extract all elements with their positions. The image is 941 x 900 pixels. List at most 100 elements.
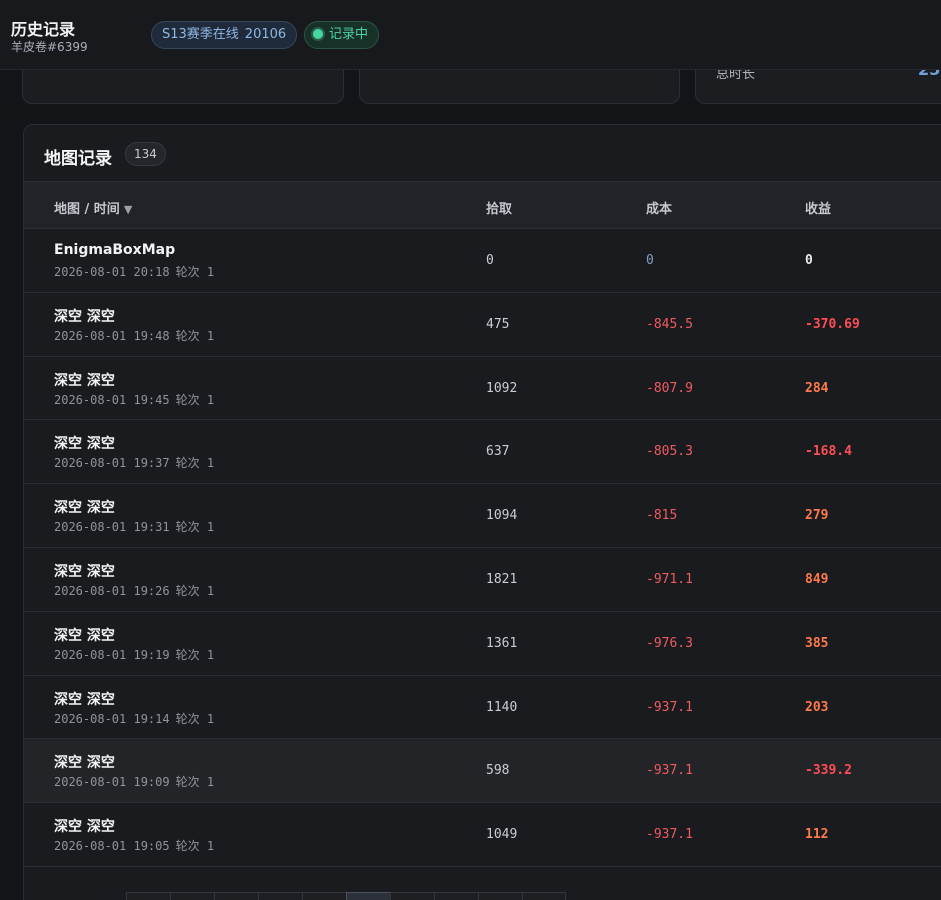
panel-title: 地图记录 bbox=[44, 149, 112, 169]
page-button[interactable] bbox=[302, 892, 346, 900]
map-name: 深空 深空 bbox=[54, 563, 115, 580]
table-row[interactable]: 深空 深空 2026-08-01 19:37 轮次 1 637 -805.3 -1… bbox=[24, 420, 941, 485]
table-row[interactable]: 深空 深空 2026-08-01 19:45 轮次 1 1092 -807.9 2… bbox=[24, 357, 941, 421]
map-timestamp: 2026-08-01 19:37 轮次 1 bbox=[54, 456, 215, 471]
profit-value: 385 bbox=[805, 635, 829, 651]
round-label: 轮次 1 bbox=[175, 392, 215, 407]
table-header: 地图 / 时间 ▼ 拾取 成本 收益 bbox=[24, 181, 941, 229]
column-header-pickup[interactable]: 拾取 bbox=[486, 198, 512, 217]
map-timestamp: 2026-08-01 19:26 轮次 1 bbox=[54, 583, 215, 598]
cost-value: -805.3 bbox=[646, 444, 693, 460]
table-row[interactable]: 深空 深空 2026-08-01 19:05 轮次 1 1049 -937.1 1… bbox=[24, 803, 941, 867]
season-online-badge[interactable]: S13赛季在线 20106 bbox=[151, 21, 298, 49]
top-header: 历史记录 羊皮卷#6399 S13赛季在线 20106 记录中 bbox=[0, 0, 941, 70]
page-button[interactable] bbox=[170, 892, 214, 900]
profit-value: 284 bbox=[805, 380, 829, 396]
map-timestamp: 2026-08-01 20:18 轮次 1 bbox=[54, 265, 215, 279]
profit-value: 279 bbox=[805, 508, 829, 524]
pickup-value: 1361 bbox=[486, 635, 518, 651]
map-name: 深空 深空 bbox=[54, 500, 115, 517]
page-title: 历史记录 bbox=[11, 20, 76, 39]
map-name: 深空 深空 bbox=[54, 436, 115, 453]
pickup-value: 1049 bbox=[486, 827, 518, 843]
status-dot-icon bbox=[313, 29, 323, 39]
pickup-value: 1092 bbox=[486, 380, 518, 396]
profit-value: -339.2 bbox=[805, 763, 852, 779]
column-header-map-time[interactable]: 地图 / 时间 ▼ bbox=[54, 198, 132, 217]
map-records-panel: 地图记录 134 地图 / 时间 ▼ 拾取 成本 收益 EnigmaBoxMap … bbox=[23, 124, 941, 900]
round-label: 轮次 1 bbox=[175, 839, 215, 854]
column-header-cost[interactable]: 成本 bbox=[646, 198, 672, 217]
round-label: 轮次 1 bbox=[175, 647, 215, 662]
pickup-value: 475 bbox=[486, 316, 510, 332]
left-rail bbox=[0, 70, 24, 900]
round-label: 轮次 1 bbox=[175, 775, 215, 790]
pagination bbox=[126, 892, 566, 900]
cost-value: -976.3 bbox=[646, 635, 693, 651]
table-row[interactable]: EnigmaBoxMap 2026-08-01 20:18 轮次 1 0 0 0 bbox=[24, 229, 941, 293]
profit-value: 112 bbox=[805, 827, 829, 843]
map-name: 深空 深空 bbox=[54, 308, 115, 325]
cost-value: -845.5 bbox=[646, 316, 693, 332]
profit-value: 0 bbox=[805, 253, 813, 268]
map-timestamp: 2026-08-01 19:09 轮次 1 bbox=[54, 775, 215, 790]
pickup-value: 1140 bbox=[486, 699, 518, 715]
recording-status-badge[interactable]: 记录中 bbox=[304, 21, 380, 49]
profit-value: -370.69 bbox=[805, 316, 860, 332]
cost-value: -937.1 bbox=[646, 763, 693, 779]
page-button[interactable] bbox=[390, 892, 434, 900]
page-button[interactable] bbox=[434, 892, 478, 900]
cost-value: -937.1 bbox=[646, 699, 693, 715]
map-name: 深空 深空 bbox=[54, 691, 115, 708]
cost-value: 0 bbox=[646, 253, 654, 268]
page-button[interactable] bbox=[522, 892, 566, 900]
page-button[interactable] bbox=[258, 892, 302, 900]
map-name: EnigmaBoxMap bbox=[54, 242, 176, 258]
season-label: S13赛季在线 bbox=[162, 27, 239, 42]
map-timestamp: 2026-08-01 19:48 轮次 1 bbox=[54, 328, 215, 343]
panel-header: 地图记录 134 bbox=[24, 125, 941, 181]
map-timestamp: 2026-08-01 19:14 轮次 1 bbox=[54, 711, 215, 726]
page-button-active[interactable] bbox=[346, 892, 390, 900]
round-label: 轮次 1 bbox=[175, 520, 215, 535]
cost-value: -807.9 bbox=[646, 380, 693, 396]
map-timestamp: 2026-08-01 19:19 轮次 1 bbox=[54, 647, 215, 662]
pickup-value: 1821 bbox=[486, 571, 518, 587]
table-row[interactable]: 深空 深空 2026-08-01 19:48 轮次 1 475 -845.5 -3… bbox=[24, 293, 941, 357]
pickup-value: 637 bbox=[486, 444, 510, 460]
map-name: 深空 深空 bbox=[54, 627, 115, 644]
page-button[interactable] bbox=[214, 892, 258, 900]
round-label: 轮次 1 bbox=[175, 711, 215, 726]
pickup-value: 598 bbox=[486, 763, 510, 779]
map-name: 深空 深空 bbox=[54, 819, 115, 836]
sort-desc-icon: ▼ bbox=[123, 203, 133, 216]
round-label: 轮次 1 bbox=[175, 265, 215, 279]
column-header-profit[interactable]: 收益 bbox=[805, 198, 831, 217]
table-row[interactable]: 深空 深空 2026-08-01 19:19 轮次 1 1361 -976.3 3… bbox=[24, 612, 941, 676]
cost-value: -937.1 bbox=[646, 827, 693, 843]
page-button[interactable] bbox=[478, 892, 522, 900]
table-row[interactable]: 深空 深空 2026-08-01 19:26 轮次 1 1821 -971.1 8… bbox=[24, 548, 941, 612]
page-button[interactable] bbox=[126, 892, 170, 900]
table-body: EnigmaBoxMap 2026-08-01 20:18 轮次 1 0 0 0 … bbox=[24, 229, 941, 867]
pickup-value: 1094 bbox=[486, 508, 518, 524]
map-timestamp: 2026-08-01 19:31 轮次 1 bbox=[54, 520, 215, 535]
app-root: 总时长 25. 历史记录 羊皮卷#6399 S13赛季在线20106 记录中 地… bbox=[0, 0, 941, 900]
round-label: 轮次 1 bbox=[175, 583, 215, 598]
table-row[interactable]: 深空 深空 2026-08-01 19:31 轮次 1 1094 -815 279 bbox=[24, 484, 941, 548]
profit-value: -168.4 bbox=[805, 444, 852, 460]
round-label: 轮次 1 bbox=[175, 456, 215, 471]
profit-value: 203 bbox=[805, 699, 829, 715]
table-row[interactable]: 深空 深空 2026-08-01 19:09 轮次 1 598 -937.1 -3… bbox=[24, 739, 941, 804]
cost-value: -815 bbox=[646, 508, 678, 524]
status-label: 记录中 bbox=[329, 27, 369, 42]
page-subtitle: 羊皮卷#6399 bbox=[11, 40, 88, 54]
profit-value: 849 bbox=[805, 571, 829, 587]
map-name: 深空 深空 bbox=[54, 755, 115, 772]
round-label: 轮次 1 bbox=[175, 328, 215, 343]
map-timestamp: 2026-08-01 19:45 轮次 1 bbox=[54, 392, 215, 407]
table-row[interactable]: 深空 深空 2026-08-01 19:14 轮次 1 1140 -937.1 2… bbox=[24, 676, 941, 740]
column-label: 地图 / 时间 bbox=[54, 202, 120, 217]
cost-value: -971.1 bbox=[646, 571, 693, 587]
map-name: 深空 深空 bbox=[54, 372, 115, 389]
